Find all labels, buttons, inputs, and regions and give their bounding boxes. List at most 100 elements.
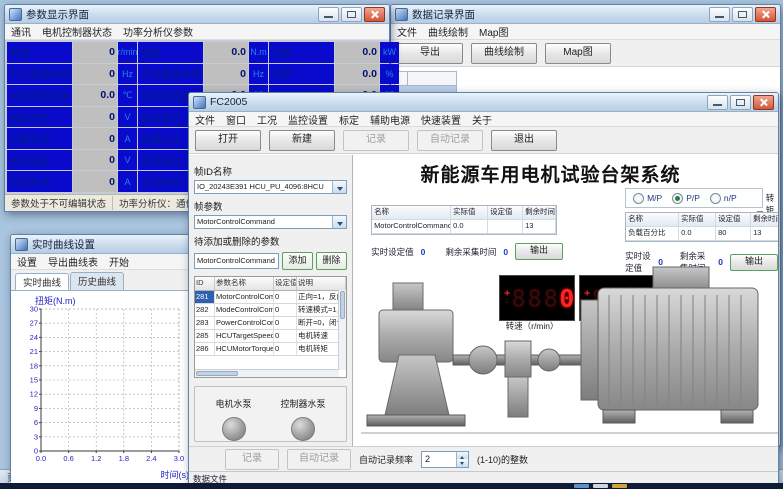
- menu-item-power-analyzer[interactable]: 功率分析仪参数: [123, 24, 193, 39]
- curve-titlebar[interactable]: 实时曲线设置: [11, 235, 211, 254]
- pending-param-input[interactable]: MotorControlCommand: [194, 253, 279, 269]
- frame-param-dropdown[interactable]: MotorControlCommand: [194, 215, 347, 229]
- menu-item-quick-setup[interactable]: 快速装置: [421, 112, 461, 127]
- param-label: 开关量模块频率2: [138, 64, 203, 85]
- param-menubar: 通讯 电机控制器状态 功率分析仪参数: [5, 24, 389, 40]
- chevron-down-icon[interactable]: [332, 216, 346, 228]
- frame-id-dropdown[interactable]: IO_20243E391 HCU_PU_4096:8HCU: [194, 180, 347, 194]
- open-button[interactable]: 打开: [195, 130, 261, 151]
- export-button[interactable]: 导出: [397, 43, 463, 64]
- auto-record-button[interactable]: 自动记录: [287, 449, 351, 470]
- menu-item-calibration[interactable]: 标定: [339, 112, 359, 127]
- taskbar[interactable]: [0, 483, 783, 489]
- controller-pump-indicator[interactable]: [291, 417, 315, 441]
- minimize-button[interactable]: [707, 95, 728, 110]
- scrollbar-thumb[interactable]: [196, 371, 238, 376]
- frame-panel: 帧ID名称 IO_20243E391 HCU_PU_4096:8HCU 帧参数 …: [189, 155, 353, 446]
- cell-value: 0: [274, 291, 297, 303]
- radio-mp[interactable]: M/P: [633, 193, 662, 204]
- record-button[interactable]: 记录: [343, 130, 409, 151]
- motor-pump-indicator[interactable]: [222, 417, 246, 441]
- menu-item-settings[interactable]: 设置: [17, 254, 37, 269]
- radio-np[interactable]: n/P: [710, 193, 737, 204]
- taskbar-item[interactable]: [574, 484, 589, 488]
- table-row[interactable]: 285HCUTargetSpeed0电机转速: [195, 330, 346, 343]
- freq-value[interactable]: 2: [422, 452, 456, 467]
- param-label: 前置电流: [7, 128, 72, 149]
- window-title: 实时曲线设置: [32, 237, 95, 252]
- menu-item-file[interactable]: 文件: [397, 24, 417, 39]
- scrollbar-thumb[interactable]: [340, 291, 345, 319]
- tab-realtime-curve[interactable]: 实时曲线: [15, 273, 69, 291]
- param-value: 0: [73, 171, 117, 192]
- menu-item-communication[interactable]: 通讯: [11, 24, 31, 39]
- minimize-button[interactable]: [709, 7, 730, 22]
- controller-pump-label: 控制器水泵: [281, 397, 326, 410]
- spinner-down-icon[interactable]: [457, 459, 468, 467]
- add-button[interactable]: 添加: [282, 252, 313, 270]
- minimize-button[interactable]: [318, 7, 339, 22]
- col-desc[interactable]: 说明: [297, 277, 346, 290]
- tick-label: 3.0: [174, 454, 184, 463]
- menu-item-file[interactable]: 文件: [195, 112, 215, 127]
- param-titlebar[interactable]: 参数显示界面: [5, 5, 389, 24]
- chevron-down-icon[interactable]: [332, 181, 346, 193]
- record-titlebar[interactable]: 数据记录界面: [391, 5, 780, 24]
- tick-label: 15: [30, 376, 38, 385]
- cell-target[interactable]: 80: [716, 227, 751, 240]
- param-unit: Hz: [118, 64, 137, 85]
- col-actual: 实际值: [451, 206, 488, 219]
- spinner-up-icon[interactable]: [457, 452, 468, 460]
- table-row[interactable]: 283PowerControlCommand0断开=0，闭合: [195, 317, 346, 330]
- menu-item-export-curve[interactable]: 导出曲线表: [48, 254, 98, 269]
- motor-pump-label: 电机水泵: [216, 397, 252, 410]
- menu-item-window[interactable]: 窗口: [226, 112, 246, 127]
- window-icon: [9, 8, 22, 21]
- menu-item-start[interactable]: 开始: [109, 254, 129, 269]
- col-value[interactable]: 设定值: [274, 277, 297, 290]
- tick-label: 27: [30, 319, 38, 328]
- delete-button[interactable]: 删除: [316, 252, 347, 270]
- table-row[interactable]: 281MotorControlCommand0正向=1，反向: [195, 291, 346, 304]
- tab-history-curve[interactable]: 历史曲线: [70, 272, 124, 290]
- fc-titlebar[interactable]: FC2005: [189, 93, 778, 112]
- table-row[interactable]: 286HCUMotorTorque0电机转矩: [195, 343, 346, 356]
- motor-machine: [581, 267, 758, 423]
- table-header-row: ID 参数名称 设定值 说明: [195, 277, 346, 291]
- vertical-scrollbar[interactable]: [338, 290, 346, 370]
- close-button[interactable]: [755, 7, 776, 22]
- menu-item-controller-state[interactable]: 电机控制器状态: [42, 24, 112, 39]
- record-button[interactable]: 记录: [225, 449, 279, 470]
- taskbar-item[interactable]: [612, 484, 627, 488]
- col-id[interactable]: ID: [195, 277, 215, 290]
- col-name[interactable]: 参数名称: [215, 277, 274, 290]
- maximize-button[interactable]: [341, 7, 362, 22]
- taskbar-item[interactable]: [593, 484, 608, 488]
- menu-item-condition[interactable]: 工况: [257, 112, 277, 127]
- cell-name[interactable]: 负载百分比: [626, 227, 679, 240]
- cell-name[interactable]: MotorControlCommand: [372, 220, 451, 233]
- close-button[interactable]: [364, 7, 385, 22]
- curve-draw-button[interactable]: 曲线绘制: [471, 43, 537, 64]
- param-unit: N.m: [249, 42, 268, 63]
- auto-record-button[interactable]: 自动记录: [417, 130, 483, 151]
- menu-item-map[interactable]: Map图: [479, 24, 508, 39]
- table-row[interactable]: 282ModeControlCommand0转速模式=1，: [195, 304, 346, 317]
- menu-item-aux-power[interactable]: 辅助电源: [370, 112, 410, 127]
- new-button[interactable]: 新建: [269, 130, 335, 151]
- menu-item-monitor-settings[interactable]: 监控设置: [288, 112, 328, 127]
- menu-item-about[interactable]: 关于: [472, 112, 492, 127]
- param-value: 0: [73, 64, 117, 85]
- horizontal-scrollbar[interactable]: [195, 369, 339, 377]
- maximize-button[interactable]: [730, 95, 751, 110]
- maximize-button[interactable]: [732, 7, 753, 22]
- cell-target[interactable]: [488, 220, 523, 233]
- close-button[interactable]: [753, 95, 774, 110]
- exit-button[interactable]: 退出: [491, 130, 557, 151]
- cell-id: 283: [195, 317, 215, 329]
- freq-spinner[interactable]: 2: [421, 451, 469, 468]
- menu-item-curve-draw[interactable]: 曲线绘制: [428, 24, 468, 39]
- radio-pp[interactable]: P/P: [672, 193, 700, 204]
- map-chart-button[interactable]: Map图: [545, 43, 611, 64]
- param-row: 转速0r/min扭矩0.0N.m功率0.0kW: [7, 42, 387, 63]
